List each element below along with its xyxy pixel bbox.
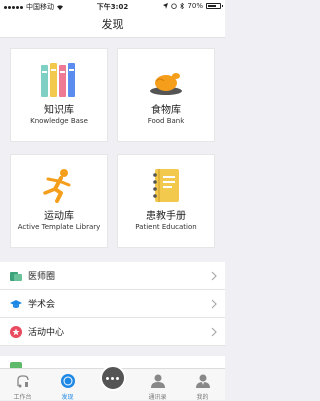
location-icon <box>163 3 169 9</box>
chevron-right-icon <box>211 327 217 337</box>
tab-chat[interactable] <box>90 365 135 400</box>
books-icon <box>11 61 107 99</box>
contacts-icon <box>150 374 165 388</box>
card-food-bank[interactable]: 食物库 Food Bank <box>117 48 215 142</box>
tab-profile[interactable]: 我的 <box>180 369 225 401</box>
page-title: 发现 <box>101 18 124 31</box>
bluetooth-icon <box>180 3 185 9</box>
card-subtitle: Food Bank <box>147 117 185 125</box>
battery-icon <box>206 3 223 9</box>
card-subtitle: Active Template Library <box>17 223 101 231</box>
card-title: 知识库 <box>44 105 74 116</box>
list-item-label: 医师圈 <box>28 272 56 282</box>
card-patient-education[interactable]: 患教手册 Patient Education <box>117 154 215 248</box>
notebook-icon <box>118 167 214 205</box>
tab-bar: 工作台 发现 通讯录 我的 <box>0 365 225 401</box>
card-title: 运动库 <box>44 211 74 222</box>
card-subtitle: Knowledge Base <box>30 117 88 125</box>
card-knowledge-base[interactable]: 知识库 Knowledge Base <box>10 48 108 142</box>
status-bar: 中国移动 下午3:02 70% <box>0 0 225 12</box>
star-badge-icon <box>10 325 22 338</box>
alarm-icon <box>171 3 178 9</box>
nav-bar: 发现 <box>0 12 225 38</box>
discover-icon <box>60 374 75 388</box>
discover-list: 医师圈 学术会 活动中心 <box>0 262 225 346</box>
card-title: 患教手册 <box>146 211 186 222</box>
list-item-label: 活动中心 <box>28 328 65 338</box>
graduation-cap-icon <box>10 298 22 310</box>
tab-contacts[interactable]: 通讯录 <box>135 369 180 401</box>
list-item-doctor-circle[interactable]: 医师圈 <box>0 262 225 290</box>
workbench-icon <box>16 375 29 388</box>
list-item-activity-center[interactable]: 活动中心 <box>0 318 225 346</box>
tab-discover[interactable]: 发现 <box>45 369 90 401</box>
card-exercise-library[interactable]: 运动库 Active Template Library <box>10 154 108 248</box>
status-right: 70% <box>163 2 223 10</box>
chat-bubble-icon <box>99 365 126 391</box>
list-item-label: 学术会 <box>28 300 56 310</box>
tab-workbench[interactable]: 工作台 <box>0 369 45 401</box>
card-title: 食物库 <box>151 105 181 116</box>
roast-chicken-icon <box>118 61 214 99</box>
feature-grid: 知识库 Knowledge Base 食物库 Food Bank 运动库 Act… <box>0 38 225 260</box>
runner-icon <box>11 167 107 205</box>
doctor-circle-icon <box>10 270 22 282</box>
section-gap <box>0 348 225 356</box>
list-item-academic-conference[interactable]: 学术会 <box>0 290 225 318</box>
card-subtitle: Patient Education <box>135 223 197 231</box>
battery-percent: 70% <box>187 2 203 10</box>
chevron-right-icon <box>211 299 217 309</box>
profile-icon <box>195 374 210 388</box>
chevron-right-icon <box>211 271 217 281</box>
